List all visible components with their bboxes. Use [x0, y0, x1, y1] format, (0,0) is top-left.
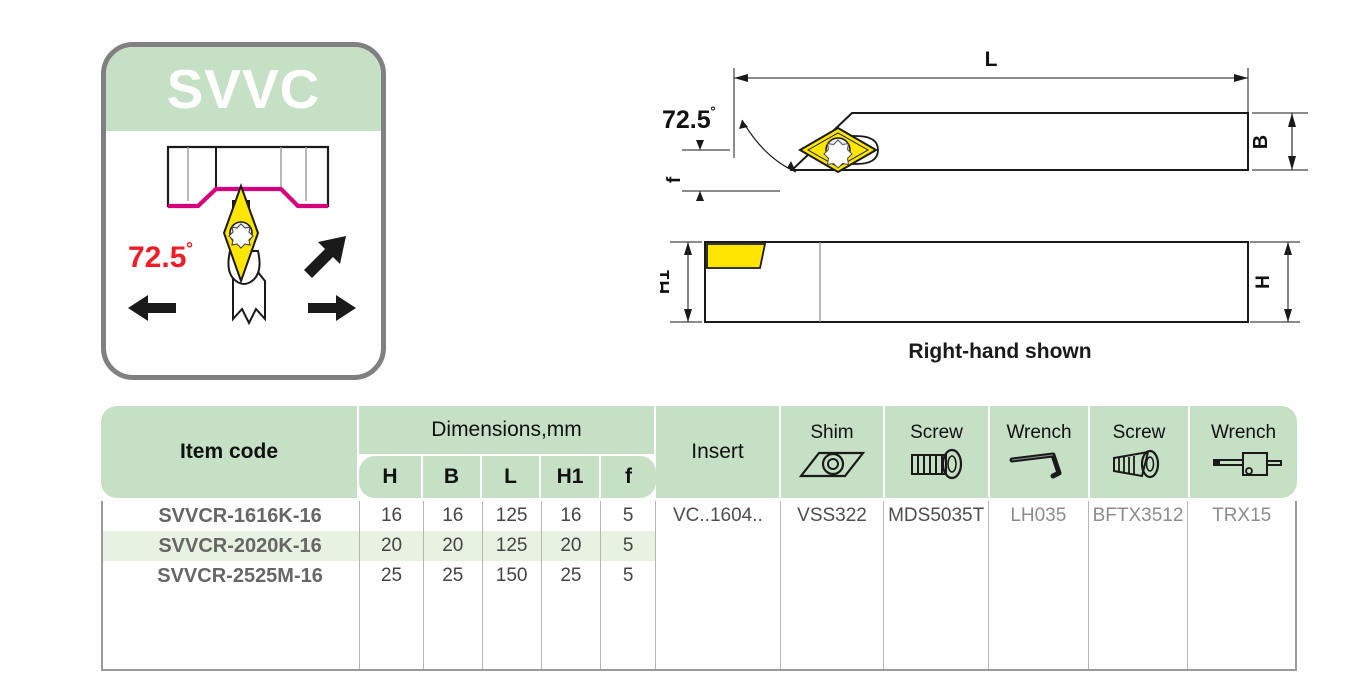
dimension-f [682, 140, 780, 201]
product-card-banner: SVVC [106, 47, 381, 131]
column-dim-f: 5 5 5 [601, 501, 657, 669]
shim-plate-icon [797, 447, 867, 481]
header-dim-f: f [601, 456, 656, 498]
insert-side-icon [706, 243, 767, 269]
cell-f: 5 [622, 565, 634, 586]
header-dim-L: L [482, 456, 541, 498]
cell-screw-1: MDS5035T [888, 505, 985, 526]
column-screw-1: MDS5035T [884, 501, 989, 669]
header-screw-1: Screw [885, 406, 990, 498]
torx-screw-icon [1108, 447, 1170, 481]
cell-L: 150 [495, 565, 528, 586]
header-dimensions-subrow: H B L H1 f [359, 454, 656, 498]
cell-H: 25 [380, 565, 403, 586]
dimension-label-H1: H1 [660, 269, 674, 294]
cell-wrench-2: TRX15 [1212, 505, 1272, 526]
product-card-figure: 72.5˚ [106, 131, 381, 375]
turning-operation-diagram: 72.5˚ [128, 145, 356, 326]
side-view-drawing: H1 H [653, 228, 1340, 343]
cell-H1: 25 [560, 565, 582, 586]
dimension-label-L: L [985, 48, 998, 71]
cell-B: 16 [442, 505, 464, 526]
product-card: SVVC 72.5˚ [101, 42, 386, 380]
cell-B: 20 [423, 531, 482, 561]
cell-wrench-1: LH035 [1010, 505, 1067, 526]
column-screw-2: BFTX3512 [1089, 501, 1189, 669]
hex-key-wrench-icon [1007, 447, 1071, 481]
cell-H1: 16 [560, 505, 582, 526]
angle-label-card: 72.5˚ [128, 240, 194, 274]
table-body: SVVCR-1616K-16 SVVCR-2020K-16 SVVCR-2525… [101, 501, 1297, 671]
table-row[interactable]: SVVCR-2525M-16 [103, 561, 359, 591]
column-wrench-1: LH035 [989, 501, 1089, 669]
column-dim-B: 16 20 25 [423, 501, 483, 669]
cell-H: 16 [380, 505, 403, 526]
angle-label-top: 72.5˚ [662, 105, 716, 134]
header-dim-B: B [423, 456, 482, 498]
column-item-code: SVVCR-1616K-16 SVVCR-2020K-16 SVVCR-2525… [103, 501, 361, 669]
header-wrench-1: Wrench [990, 406, 1090, 498]
datasheet-page: SVVC 72.5˚ L 72.5˚ f B H1 H Right-hand s… [0, 0, 1347, 682]
header-shim: Shim [781, 406, 885, 498]
column-insert: VC..1604.. [656, 501, 781, 669]
specification-table: Item code Dimensions,mm H B L H1 f Inser… [101, 406, 1297, 671]
dimension-label-f: f [664, 176, 685, 183]
column-wrench-2: TRX15 [1188, 501, 1295, 669]
cell-insert: VC..1604.. [673, 505, 763, 526]
column-dim-L: 125 125 150 [482, 501, 542, 669]
table-row[interactable]: SVVCR-1616K-16 [103, 501, 359, 531]
cell-L: 125 [495, 505, 528, 526]
table-row[interactable]: SVVCR-2020K-16 [103, 531, 360, 561]
feed-arrow-right-icon [308, 295, 356, 321]
cap-screw-icon [906, 447, 968, 481]
column-dim-H: 16 20 25 [360, 501, 424, 669]
header-dimensions-title: Dimensions,mm [359, 406, 656, 454]
cell-shim: VSS322 [797, 505, 867, 526]
header-item-code: Item code [101, 406, 359, 498]
cell-f: 5 [601, 531, 656, 561]
column-shim: VSS322 [781, 501, 885, 669]
header-insert: Insert [656, 406, 781, 498]
header-dimensions-group: Dimensions,mm H B L H1 f [359, 406, 656, 498]
top-view-drawing: L 72.5˚ f B [660, 28, 1340, 233]
table-header-row: Item code Dimensions,mm H B L H1 f Inser… [101, 406, 1297, 498]
angle-indicator-top [733, 68, 797, 173]
cell-L: 125 [482, 531, 541, 561]
cell-H: 20 [360, 531, 423, 561]
torx-driver-icon [1205, 447, 1283, 481]
dimension-label-H: H [1253, 275, 1274, 289]
header-dim-H: H [359, 456, 423, 498]
product-series-title: SVVC [166, 57, 321, 120]
feed-arrow-diagonal-icon [304, 236, 346, 278]
header-screw-2: Screw [1090, 406, 1190, 498]
column-dim-H1: 16 20 25 [541, 501, 602, 669]
header-dim-H1: H1 [541, 456, 601, 498]
cell-H1: 20 [541, 531, 601, 561]
cell-screw-2: BFTX3512 [1092, 505, 1184, 526]
workpiece-profile-icon [166, 145, 330, 209]
feed-arrow-left-icon [128, 295, 176, 321]
tool-shank-outline [704, 241, 1249, 323]
cell-B: 25 [442, 565, 464, 586]
right-hand-caption: Right-hand shown [908, 340, 1092, 363]
dimension-label-B: B [1250, 135, 1272, 149]
header-wrench-2: Wrench [1190, 406, 1297, 498]
cell-f: 5 [622, 505, 634, 526]
dimension-H1 [670, 241, 702, 323]
